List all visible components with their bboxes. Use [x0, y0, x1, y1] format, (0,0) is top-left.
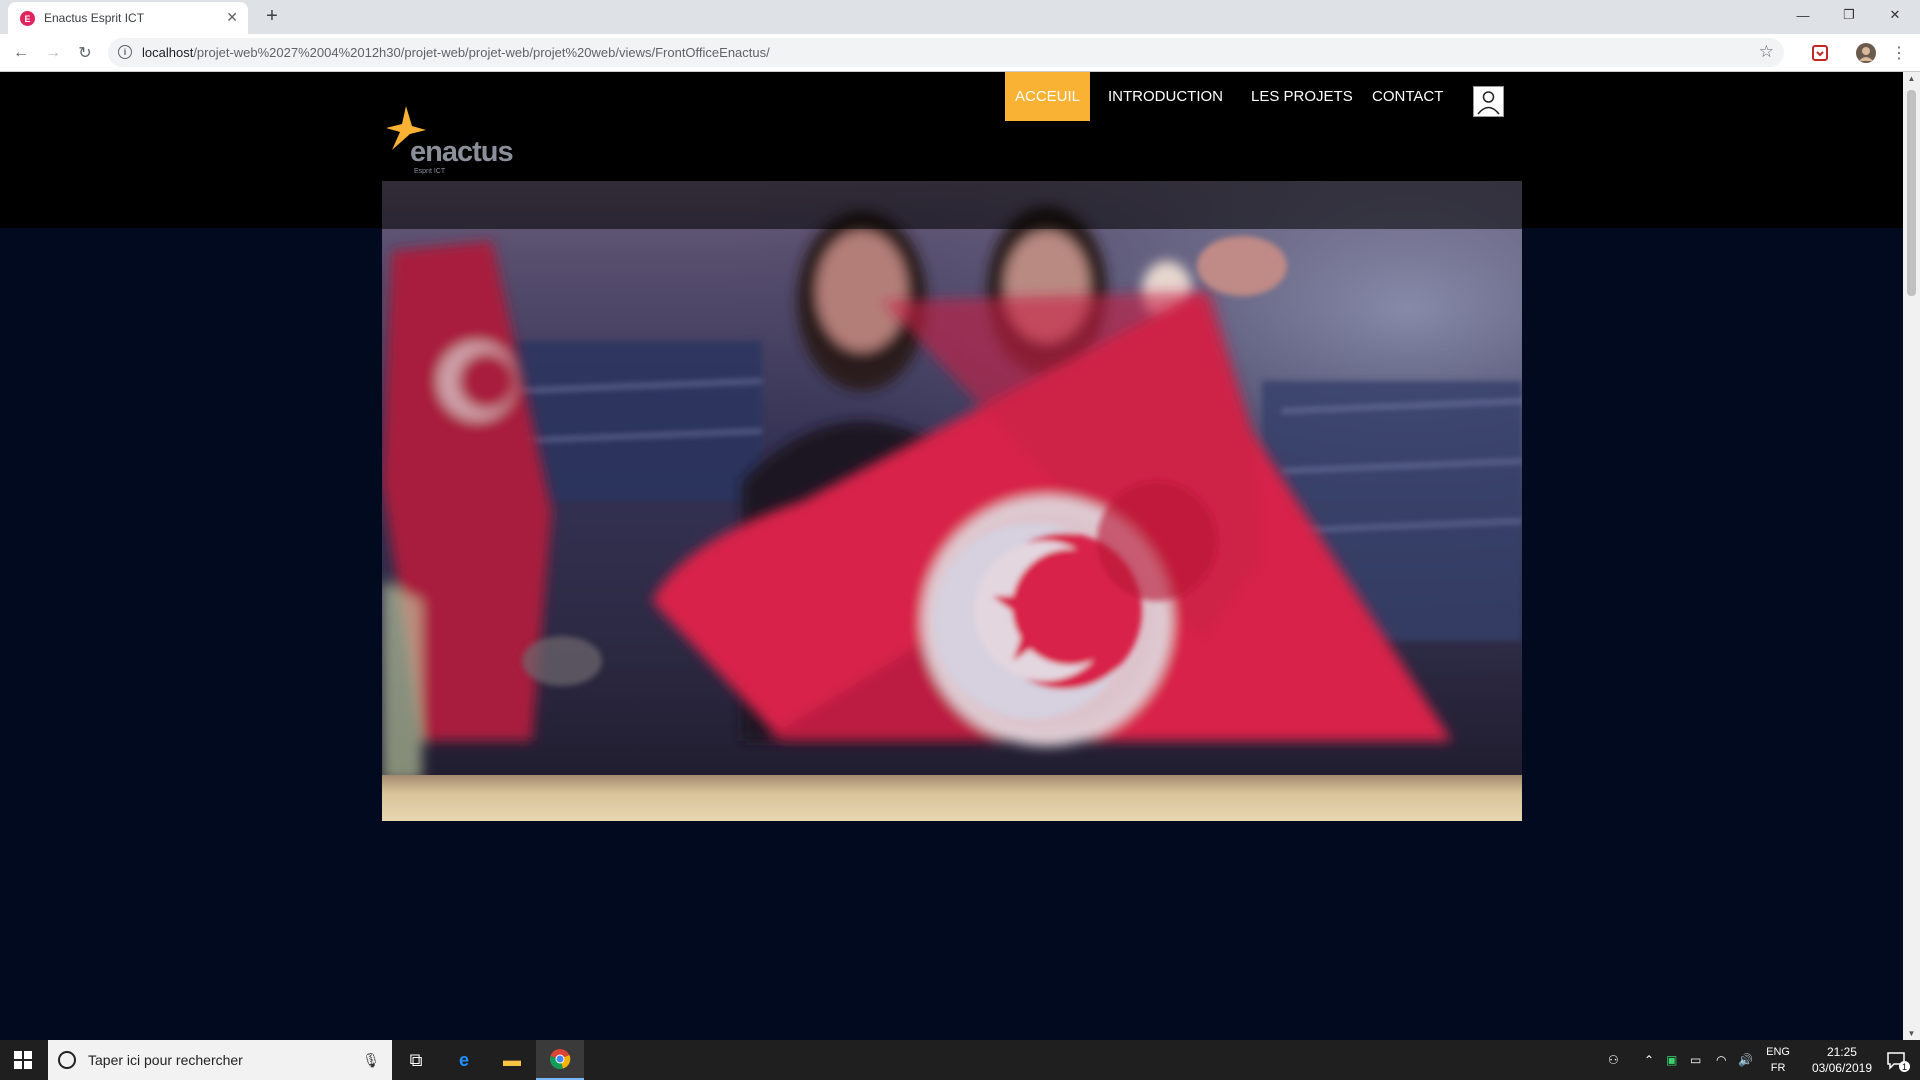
scroll-down-arrow-icon[interactable]: ▼	[1907, 1029, 1916, 1038]
header-overlap-band	[382, 181, 1522, 229]
logo-wordmark: enactus	[410, 136, 514, 168]
browser-menu-icon[interactable]: ⋮	[1887, 41, 1911, 65]
taskbar-search-box[interactable]: Taper ici pour rechercher 🎙	[48, 1040, 392, 1080]
nav-les-projets[interactable]: LES PROJETS	[1241, 72, 1363, 121]
browser-toolbar: ← → ↻ i localhost/projet-web%2027%2004%2…	[0, 34, 1920, 72]
tray-app-icon[interactable]: ▣	[1666, 1040, 1677, 1080]
browser-tab-strip: E Enactus Esprit ICT ✕ + — ❐ ✕	[0, 0, 1920, 34]
page-viewport: enactus Esprit ICT ACCEUIL INTRODUCTION …	[0, 72, 1903, 1040]
reload-icon[interactable]: ↻	[73, 41, 97, 65]
wifi-icon[interactable]: ◠	[1716, 1040, 1726, 1080]
keyboard-layout: FR	[1770, 1062, 1786, 1074]
input-language[interactable]: ENG FR	[1766, 1044, 1790, 1076]
start-button[interactable]	[0, 1040, 46, 1080]
forward-arrow-icon[interactable]: →	[41, 41, 65, 65]
scroll-up-arrow-icon[interactable]: ▲	[1907, 74, 1916, 83]
site-info-icon[interactable]: i	[118, 45, 132, 59]
microphone-icon[interactable]: 🎙	[362, 1052, 380, 1069]
battery-icon[interactable]: ▭	[1690, 1040, 1701, 1080]
logo-subtitle: Esprit ICT	[414, 168, 446, 175]
people-icon[interactable]: ⚇	[1608, 1040, 1619, 1080]
user-account-icon[interactable]	[1473, 86, 1504, 117]
clock-time: 21:25	[1826, 1045, 1857, 1059]
cortana-icon	[58, 1051, 76, 1069]
url-text[interactable]: localhost/projet-web%2027%2004%2012h30/p…	[142, 45, 770, 60]
minimize-button[interactable]: —	[1780, 0, 1826, 30]
bookmark-star-icon[interactable]: ☆	[1759, 42, 1774, 62]
windows-taskbar: Taper ici pour rechercher 🎙 ⧉ e ▬ ⚇ ⌃ ▣ …	[0, 1040, 1920, 1080]
close-window-button[interactable]: ✕	[1872, 0, 1918, 30]
tab-title: Enactus Esprit ICT	[44, 11, 145, 25]
extension-icon[interactable]	[1811, 44, 1829, 62]
chrome-taskbar-icon[interactable]	[536, 1040, 584, 1080]
tab-close-icon[interactable]: ✕	[226, 9, 238, 26]
nav-introduction[interactable]: INTRODUCTION	[1098, 72, 1233, 121]
edge-browser-icon[interactable]: e	[440, 1040, 488, 1080]
address-bar[interactable]: i localhost/projet-web%2027%2004%2012h30…	[108, 38, 1784, 67]
system-clock[interactable]: 21:25 03/06/2019	[1812, 1044, 1872, 1076]
restore-button[interactable]: ❐	[1826, 0, 1872, 30]
browser-tab[interactable]: E Enactus Esprit ICT ✕	[8, 2, 248, 34]
hero-video[interactable]	[382, 181, 1522, 821]
nav-accueil[interactable]: ACCEUIL	[1005, 72, 1091, 121]
back-arrow-icon[interactable]: ←	[9, 41, 33, 65]
action-center-icon[interactable]: 1	[1886, 1050, 1910, 1072]
profile-avatar-icon[interactable]	[1856, 43, 1876, 63]
volume-icon[interactable]: 🔊	[1738, 1040, 1753, 1080]
site-logo[interactable]: enactus Esprit ICT	[386, 106, 526, 176]
task-view-icon[interactable]: ⧉	[392, 1040, 440, 1080]
hero-bottom-rail	[382, 775, 1522, 821]
nav-contact[interactable]: CONTACT	[1362, 72, 1453, 121]
clock-date: 03/06/2019	[1811, 1061, 1872, 1075]
language-code: ENG	[1766, 1046, 1790, 1058]
new-tab-button[interactable]: +	[260, 4, 284, 28]
notification-count-badge: 1	[1899, 1061, 1910, 1072]
page-scrollbar[interactable]: ▲ ▼	[1903, 72, 1920, 1040]
windows-logo-icon	[14, 1051, 32, 1069]
favicon-icon: E	[20, 11, 35, 26]
taskbar-search-placeholder: Taper ici pour rechercher	[88, 1052, 243, 1068]
file-explorer-icon[interactable]: ▬	[488, 1040, 536, 1080]
hero-image	[382, 181, 1522, 821]
scrollbar-thumb[interactable]	[1907, 90, 1916, 296]
tray-chevron-icon[interactable]: ⌃	[1644, 1040, 1654, 1080]
